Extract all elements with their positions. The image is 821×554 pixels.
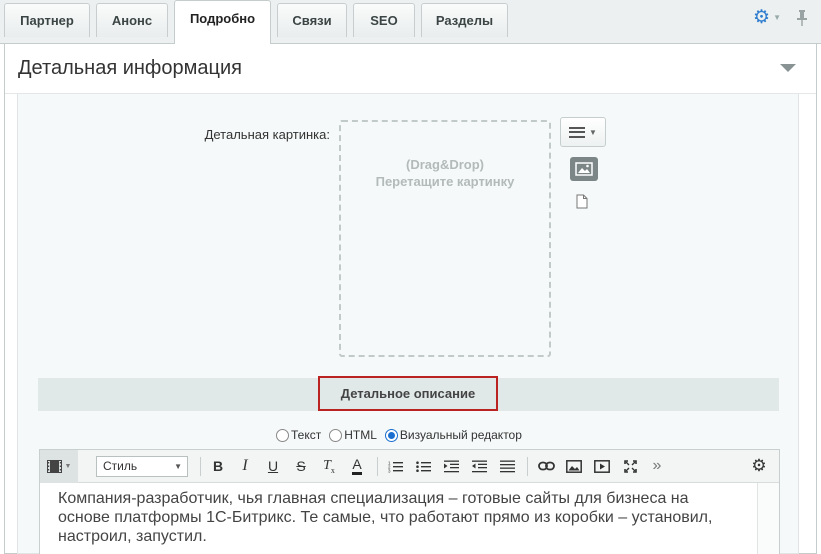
toolbar-separator xyxy=(377,457,378,476)
chevron-down-icon: ▼ xyxy=(64,463,72,470)
detail-image-label: Детальная картинка: xyxy=(204,127,330,142)
chevron-down-icon: ▼ xyxy=(589,127,597,137)
details-panel: Детальная информация Детальная картинка:… xyxy=(4,44,817,554)
section-title: Детальная информация xyxy=(18,57,242,79)
collapse-arrow-icon[interactable] xyxy=(780,64,796,72)
mode-visual-label: Визуальный редактор xyxy=(399,428,522,442)
mode-text-label: Текст xyxy=(291,428,322,442)
clear-format-icon: Tx xyxy=(323,457,335,475)
bold-icon: B xyxy=(212,458,224,474)
insert-video-button[interactable] xyxy=(591,455,613,477)
editor-toolbar: ▼ Стиль ▼ B I U S Tx A 1 2 3 » ⚙ xyxy=(40,450,779,483)
ordered-list-icon: 1 2 3 xyxy=(388,460,403,473)
gear-icon: ⚙ xyxy=(751,456,767,475)
snippets-button[interactable]: ▼ xyxy=(40,450,78,483)
svg-text:3: 3 xyxy=(388,468,391,473)
visual-editor: ▼ Стиль ▼ B I U S Tx A 1 2 3 » ⚙ Компани… xyxy=(39,449,780,554)
editor-scrollbar[interactable] xyxy=(757,483,779,554)
link-button[interactable] xyxy=(535,455,557,477)
menu-icon xyxy=(569,126,586,138)
mode-visual-radio[interactable] xyxy=(384,428,398,442)
italic-button[interactable]: I xyxy=(235,455,255,477)
ordered-list-button[interactable]: 1 2 3 xyxy=(385,455,405,477)
gear-icon: ⚙ xyxy=(753,7,771,28)
toolbar-separator xyxy=(200,457,201,476)
dropzone-hint-2: Перетащите картинку xyxy=(375,174,515,189)
film-icon xyxy=(46,460,62,473)
tab-details[interactable]: Подробно xyxy=(174,0,271,44)
dropzone-hint-1: (Drag&Drop) xyxy=(406,157,484,172)
toolbar-separator xyxy=(527,457,528,476)
align-justify-icon xyxy=(499,460,515,472)
mode-visual[interactable]: Визуальный редактор xyxy=(384,428,522,442)
more-button[interactable]: » xyxy=(647,455,667,477)
image-dropzone[interactable]: (Drag&Drop) Перетащите картинку xyxy=(339,120,551,357)
image-icon xyxy=(575,162,593,176)
video-icon xyxy=(594,459,610,473)
strike-button[interactable]: S xyxy=(291,455,311,477)
image-icon xyxy=(566,459,582,473)
file-icon[interactable] xyxy=(576,194,588,209)
remove-format-button[interactable]: Tx xyxy=(319,455,339,477)
editor-content[interactable]: Компания-разработчик, чья главная специа… xyxy=(40,483,757,554)
align-button[interactable] xyxy=(497,455,517,477)
italic-icon: I xyxy=(242,457,248,474)
image-menu-button[interactable]: ▼ xyxy=(560,117,606,147)
mode-html-label: HTML xyxy=(344,428,377,442)
tab-seo[interactable]: SEO xyxy=(353,3,415,37)
tab-announce[interactable]: Анонс xyxy=(96,3,168,37)
tab-partner[interactable]: Партнер xyxy=(4,3,90,37)
editor-settings-button[interactable]: ⚙ xyxy=(748,455,770,477)
outdent-button[interactable] xyxy=(469,455,489,477)
description-title: Детальное описание xyxy=(318,376,498,411)
link-icon xyxy=(537,461,555,471)
bullet-list-icon xyxy=(415,460,431,472)
mode-text[interactable]: Текст xyxy=(276,428,321,442)
editor-mode-switch: Текст HTML Визуальный редактор xyxy=(276,428,522,442)
section-header: Детальная информация xyxy=(5,44,816,94)
bullet-list-button[interactable] xyxy=(413,455,433,477)
font-color-button[interactable]: A xyxy=(347,455,367,477)
pin-icon[interactable] xyxy=(795,9,809,27)
strikethrough-icon: S xyxy=(296,458,306,474)
fullscreen-button[interactable] xyxy=(619,455,641,477)
image-upload-button[interactable] xyxy=(570,157,598,181)
mode-text-radio[interactable] xyxy=(276,428,289,442)
style-select[interactable]: Стиль ▼ xyxy=(96,456,188,477)
outdent-icon xyxy=(471,460,487,472)
indent-icon xyxy=(443,460,459,472)
mode-html-radio[interactable] xyxy=(329,428,343,442)
underline-icon: U xyxy=(267,458,279,474)
indent-button[interactable] xyxy=(441,455,461,477)
chevron-double-right-icon: » xyxy=(652,457,662,474)
mode-html[interactable]: HTML xyxy=(329,428,377,442)
font-color-icon: A xyxy=(352,457,362,475)
settings-button[interactable]: ⚙ ▼ xyxy=(753,8,781,27)
chevron-down-icon: ▼ xyxy=(174,462,182,471)
tab-sections[interactable]: Разделы xyxy=(421,3,508,37)
tabs-bar: Партнер Анонс Подробно Связи SEO Разделы… xyxy=(0,0,821,44)
bold-button[interactable]: B xyxy=(208,455,228,477)
section-content: Детальная картинка: (Drag&Drop) Перетащи… xyxy=(17,94,799,554)
description-bar: Детальное описание xyxy=(38,376,779,411)
tab-links[interactable]: Связи xyxy=(277,3,347,37)
insert-image-button[interactable] xyxy=(563,455,585,477)
style-select-value: Стиль xyxy=(103,459,138,473)
chevron-down-icon: ▼ xyxy=(773,13,781,22)
underline-button[interactable]: U xyxy=(263,455,283,477)
fullscreen-icon xyxy=(623,459,637,473)
